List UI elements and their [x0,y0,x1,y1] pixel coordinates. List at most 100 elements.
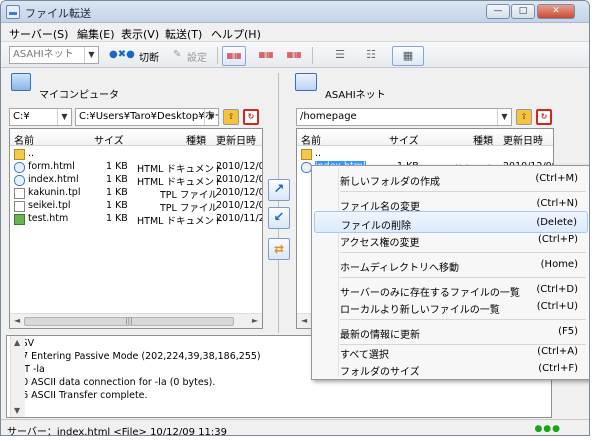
list-view-icon[interactable]: ☰ [328,46,352,66]
pane-splitter[interactable] [278,73,279,333]
open-folder-button[interactable]: ⇧ [223,109,239,125]
column-date[interactable]: 更新日時 [216,132,256,147]
column-size[interactable]: サイズ [389,132,419,147]
file-name: index.html [28,174,79,185]
context-menu: 新しいフォルダの作成 (Ctrl+M) ファイル名の変更 (Ctrl+N) ファ… [311,165,589,380]
remote-path-select[interactable]: /homepage ▼ [296,108,512,126]
folder-up-icon [301,149,312,160]
local-horizontal-scrollbar[interactable]: ◄ ||| ► [10,313,262,328]
local-list-header: 名前 サイズ 種類 更新日時 [10,129,262,147]
local-pane-title: マイコンピュータ [39,90,119,101]
menu-help[interactable]: ヘルプ(H) [211,26,261,42]
view-mode-2-button[interactable]: ▦▦ [254,46,278,66]
chevron-down-icon: ▼ [84,47,98,63]
scroll-left-icon[interactable]: ◄ [14,316,20,325]
local-file-list[interactable]: 名前 サイズ 種類 更新日時 .. form.html 1 KB HTML ドキ… [9,128,263,329]
server-select-value: ASAHIネット [13,49,74,60]
file-date: 2010/11/26 [216,213,262,224]
file-type: HTML ドキュメント [137,164,224,175]
file-name: form.html [28,161,75,172]
server-select[interactable]: ASAHIネット ▼ [9,46,99,64]
settings-icon: ✎ [173,49,182,60]
minimize-button[interactable]: — [486,4,510,19]
menu-item-shortcut: (Ctrl+A) [537,346,578,357]
html-file-icon [14,162,25,173]
column-size[interactable]: サイズ [94,132,124,147]
folder-up-icon [14,149,25,160]
file-size: 1 KB [106,161,128,172]
menu-transfer[interactable]: 転送(T) [165,26,202,42]
remote-pane-title: ASAHIネット [325,90,386,101]
toolbar: ASAHIネット ▼ ●✖● 切断 ✎ 設定 ▦▦ ▦▦ ▦▦ ☰ ☷ ▦ [1,41,589,68]
menu-item-newer-than-local[interactable]: ローカルより新しいファイルの一覧 (Ctrl+U) [314,296,588,318]
scroll-right-icon[interactable]: ► [252,316,258,325]
menu-item-refresh[interactable]: 最新の情報に更新 (F5) [314,321,588,343]
menu-item-permissions[interactable]: アクセス権の変更 (Ctrl+P) [314,229,588,251]
download-button[interactable]: ↙ [268,207,290,229]
file-type: HTML ドキュメント [137,177,224,188]
menu-view[interactable]: 表示(V) [121,26,159,42]
menu-item-new-folder[interactable]: 新しいフォルダの作成 (Ctrl+M) [314,168,588,190]
upload-button[interactable]: ↗ [268,179,290,201]
list-item[interactable]: .. [10,148,262,161]
maximize-button[interactable]: □ [511,4,535,19]
local-path-select[interactable]: C:¥Users¥Taro¥Desktop¥ホーム ▼ [75,108,219,126]
menu-separator [340,319,586,320]
scroll-down-icon[interactable]: ▼ [14,406,20,415]
file-date: 2010/12/08 [216,161,262,172]
log-line: 226 ASCII Transfer complete. [10,390,148,401]
log-line: 150 ASCII data connection for -la (0 byt… [10,377,216,388]
column-name[interactable]: 名前 [301,132,321,147]
sync-button[interactable]: ⇄ [268,238,290,260]
chevron-down-icon: ▼ [57,109,71,125]
menu-edit[interactable]: 編集(E) [77,26,115,42]
column-type[interactable]: 種類 [186,132,206,147]
scroll-thumb[interactable]: ||| [24,317,234,326]
menu-server[interactable]: サーバー(S) [9,26,68,42]
list-item[interactable]: seikei.tpl 1 KB TPL ファイル 2010/12/08 [10,200,262,214]
log-vertical-scrollbar[interactable]: ▲ ▼ [10,336,25,417]
remote-list-header: 名前 サイズ 種類 更新日時 [297,129,553,147]
open-folder-button[interactable]: ⇧ [516,109,532,125]
menu-item-home[interactable]: ホームディレクトリへ移動 (Home) [314,254,588,276]
file-name: .. [28,148,35,159]
close-button[interactable]: ✕ [537,4,575,19]
file-name: .. [315,148,322,159]
disconnect-button[interactable]: 切断 [139,49,159,64]
file-size: 1 KB [106,174,128,185]
menu-bar: サーバー(S) 編集(E) 表示(V) 転送(T) ヘルプ(H) [1,23,589,41]
column-type[interactable]: 種類 [473,132,493,147]
status-bar: サーバー：index.html <File> 10/12/09 11:39 ●●… [1,419,589,435]
title-bar[interactable]: ファイル転送 — □ ✕ [1,1,589,23]
detail-view-icon[interactable]: ☷ [359,46,383,66]
menu-item-shortcut: (Ctrl+F) [538,363,578,374]
scroll-up-icon[interactable]: ▲ [14,338,20,347]
local-path-value: C:¥Users¥Taro¥Desktop¥ホーム [79,111,219,122]
view-mode-3-button[interactable]: ▦▦ [282,46,306,66]
file-type: TPL ファイル [160,203,218,214]
refresh-button[interactable]: ↻ [243,109,259,125]
settings-button[interactable]: 設定 [187,49,207,64]
column-name[interactable]: 名前 [14,132,34,147]
column-date[interactable]: 更新日時 [503,132,543,147]
drive-select[interactable]: C:¥ ▼ [9,108,72,126]
list-item[interactable]: form.html 1 KB HTML ドキュメント 2010/12/08 [10,161,262,175]
menu-separator [340,191,586,192]
refresh-button[interactable]: ↻ [536,109,552,125]
menu-item-shortcut: (F5) [558,326,578,337]
menu-item-shortcut: (Ctrl+M) [535,173,578,184]
list-item[interactable]: .. [297,148,553,161]
list-item[interactable]: kakunin.tpl 1 KB TPL ファイル 2010/12/08 [10,187,262,201]
list-item[interactable]: index.html 1 KB HTML ドキュメント 2010/12/08 [10,174,262,188]
list-item[interactable]: test.htm 1 KB HTML ドキュメント 2010/11/26 [10,213,262,227]
menu-item-label: 新しいフォルダの作成 [340,177,440,188]
toolbar-separator [312,47,313,64]
menu-separator [340,252,586,253]
scroll-left-icon[interactable]: ◄ [301,316,307,325]
view-mode-1-button[interactable]: ▦▦ [222,46,246,66]
menu-separator [340,277,586,278]
menu-item-label: 最新の情報に更新 [340,330,420,341]
menu-item-folder-size[interactable]: フォルダのサイズ (Ctrl+F) [314,358,588,380]
grid-view-button[interactable]: ▦ [392,46,424,66]
window-title: ファイル転送 [25,7,91,20]
